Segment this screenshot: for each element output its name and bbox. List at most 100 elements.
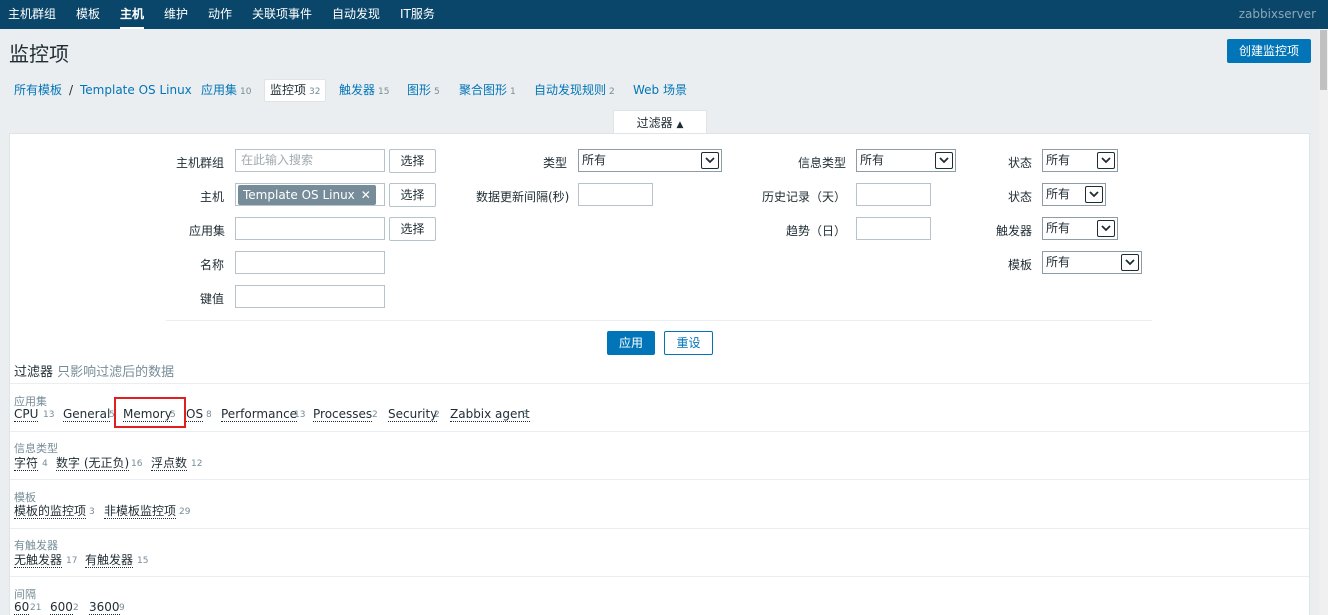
facet-count: 21 <box>30 603 42 613</box>
divider <box>10 383 1309 384</box>
server-name: zabbixserver <box>1238 7 1316 21</box>
interval-input[interactable] <box>578 183 653 206</box>
nav-event-correlation[interactable]: 关联项事件 <box>252 0 312 29</box>
group-label-info-type: 信息类型 <box>14 442 58 455</box>
facet-non-templated-items[interactable]: 非模板监控项 <box>104 505 177 519</box>
facet-count: 17 <box>66 556 78 566</box>
host-tag: Template OS Linux ✕ <box>238 185 376 205</box>
facet-interval-600[interactable]: 600 <box>50 601 73 615</box>
host-select-button[interactable]: 选择 <box>389 183 436 207</box>
chevron-down-icon <box>701 152 719 169</box>
close-icon[interactable]: ✕ <box>361 188 371 202</box>
apply-button[interactable]: 应用 <box>607 331 655 355</box>
facet-interval-60[interactable]: 60 <box>14 601 30 615</box>
facet-zabbix-agent[interactable]: Zabbix agent <box>450 408 530 422</box>
chevron-down-icon <box>1121 254 1139 271</box>
trends-label: 趋势（日） <box>786 224 847 238</box>
tab-label: 自动发现规则 <box>534 83 607 97</box>
tab-graphs[interactable]: 图形 5 <box>407 79 440 101</box>
status-select-value: 所有 <box>1046 153 1071 167</box>
triggers-label: 触发器 <box>996 224 1033 238</box>
info-type-label: 信息类型 <box>798 156 847 170</box>
divider <box>10 431 1309 432</box>
application-input[interactable] <box>235 217 385 240</box>
tab-label: 聚合图形 <box>459 83 508 97</box>
tab-web-scenarios[interactable]: Web 场景 <box>633 79 687 101</box>
tab-applications[interactable]: 应用集 10 <box>201 79 251 101</box>
application-label: 应用集 <box>189 224 226 238</box>
facet-count: 4 <box>42 459 48 469</box>
history-label: 历史记录（天） <box>762 190 847 204</box>
facet-with-triggers[interactable]: 有触发器 <box>85 554 134 568</box>
facet-count: 15 <box>137 556 149 566</box>
breadcrumb-all-templates[interactable]: 所有模板 <box>14 79 62 101</box>
info-type-select[interactable]: 所有 <box>856 149 956 172</box>
template-select[interactable]: 所有 <box>1042 251 1142 274</box>
facet-count: 9 <box>119 603 125 613</box>
facet-interval-3600[interactable]: 3600 <box>89 601 120 615</box>
host-label: 主机 <box>200 190 225 204</box>
tab-label: 触发器 <box>339 83 376 97</box>
reset-button[interactable]: 重设 <box>664 331 713 355</box>
scrollbar-thumb[interactable] <box>1320 30 1327 90</box>
triggers-select[interactable]: 所有 <box>1042 217 1118 240</box>
facet-float[interactable]: 浮点数 <box>151 457 188 471</box>
key-input[interactable] <box>235 285 385 308</box>
facet-general[interactable]: General <box>63 408 111 422</box>
facet-without-triggers[interactable]: 无触发器 <box>14 554 63 568</box>
info-type-select-value: 所有 <box>860 153 885 167</box>
breadcrumb-template[interactable]: Template OS Linux <box>80 79 192 101</box>
vertical-scrollbar[interactable] <box>1319 29 1328 615</box>
type-select[interactable]: 所有 <box>578 149 722 172</box>
facet-os[interactable]: OS <box>186 408 204 422</box>
tab-screens[interactable]: 聚合图形 1 <box>459 79 516 101</box>
chevron-down-icon <box>1085 186 1103 203</box>
facet-count: 13 <box>294 410 306 420</box>
facet-performance[interactable]: Performance <box>221 408 298 422</box>
facet-count: 12 <box>191 459 203 469</box>
top-navigation: 主机群组 模板 主机 维护 动作 关联项事件 自动发现 IT服务 zabbixs… <box>0 0 1328 29</box>
facet-cpu[interactable]: CPU <box>14 408 39 422</box>
create-item-button[interactable]: 创建监控项 <box>1227 39 1311 63</box>
nav-maintenance[interactable]: 维护 <box>164 0 188 29</box>
facet-numeric-unsigned[interactable]: 数字 (无正负) <box>56 457 130 471</box>
triggers-select-value: 所有 <box>1046 221 1071 235</box>
facet-templated-items[interactable]: 模板的监控项 <box>14 505 87 519</box>
nav-discovery[interactable]: 自动发现 <box>332 0 380 29</box>
facet-character[interactable]: 字符 <box>14 457 39 471</box>
status-select[interactable]: 所有 <box>1042 149 1118 172</box>
application-select-button[interactable]: 选择 <box>389 217 436 241</box>
name-input[interactable] <box>235 251 385 274</box>
state-select[interactable]: 所有 <box>1042 183 1106 206</box>
page-title: 监控项 <box>9 42 69 66</box>
nav-it-services[interactable]: IT服务 <box>400 0 435 29</box>
template-label: 模板 <box>1008 258 1033 272</box>
host-group-input[interactable]: 在此输入搜索 <box>235 149 385 172</box>
nav-host-groups[interactable]: 主机群组 <box>8 0 56 29</box>
divider <box>10 479 1309 480</box>
trends-input[interactable] <box>856 217 931 240</box>
history-input[interactable] <box>856 183 931 206</box>
host-group-select-button[interactable]: 选择 <box>389 149 436 173</box>
facet-processes[interactable]: Processes <box>313 408 373 422</box>
filter-toggle-tab[interactable]: 过滤器 ▲ <box>613 110 707 134</box>
divider <box>10 576 1309 577</box>
chevron-down-icon <box>935 152 953 169</box>
facet-count: 2 <box>434 410 440 420</box>
tab-triggers[interactable]: 触发器 15 <box>339 79 389 101</box>
breadcrumb-separator: / <box>69 83 74 97</box>
interval-label: 数据更新间隔(秒) <box>476 190 570 204</box>
facet-count: 16 <box>131 459 143 469</box>
subfilter-title: 过滤器 只影响过滤后的数据 <box>14 361 174 380</box>
nav-hosts[interactable]: 主机 <box>120 0 145 29</box>
nav-templates[interactable]: 模板 <box>76 0 100 29</box>
subfilter-note: 只影响过滤后的数据 <box>57 365 175 380</box>
tab-discovery-rules[interactable]: 自动发现规则 2 <box>534 79 615 101</box>
tab-items[interactable]: 监控项 32 <box>264 79 327 102</box>
facet-security[interactable]: Security <box>388 408 438 422</box>
nav-actions[interactable]: 动作 <box>208 0 232 29</box>
chevron-down-icon <box>1097 220 1115 237</box>
name-label: 名称 <box>200 258 225 272</box>
state-select-value: 所有 <box>1046 187 1071 201</box>
tab-label: 图形 <box>407 83 432 97</box>
